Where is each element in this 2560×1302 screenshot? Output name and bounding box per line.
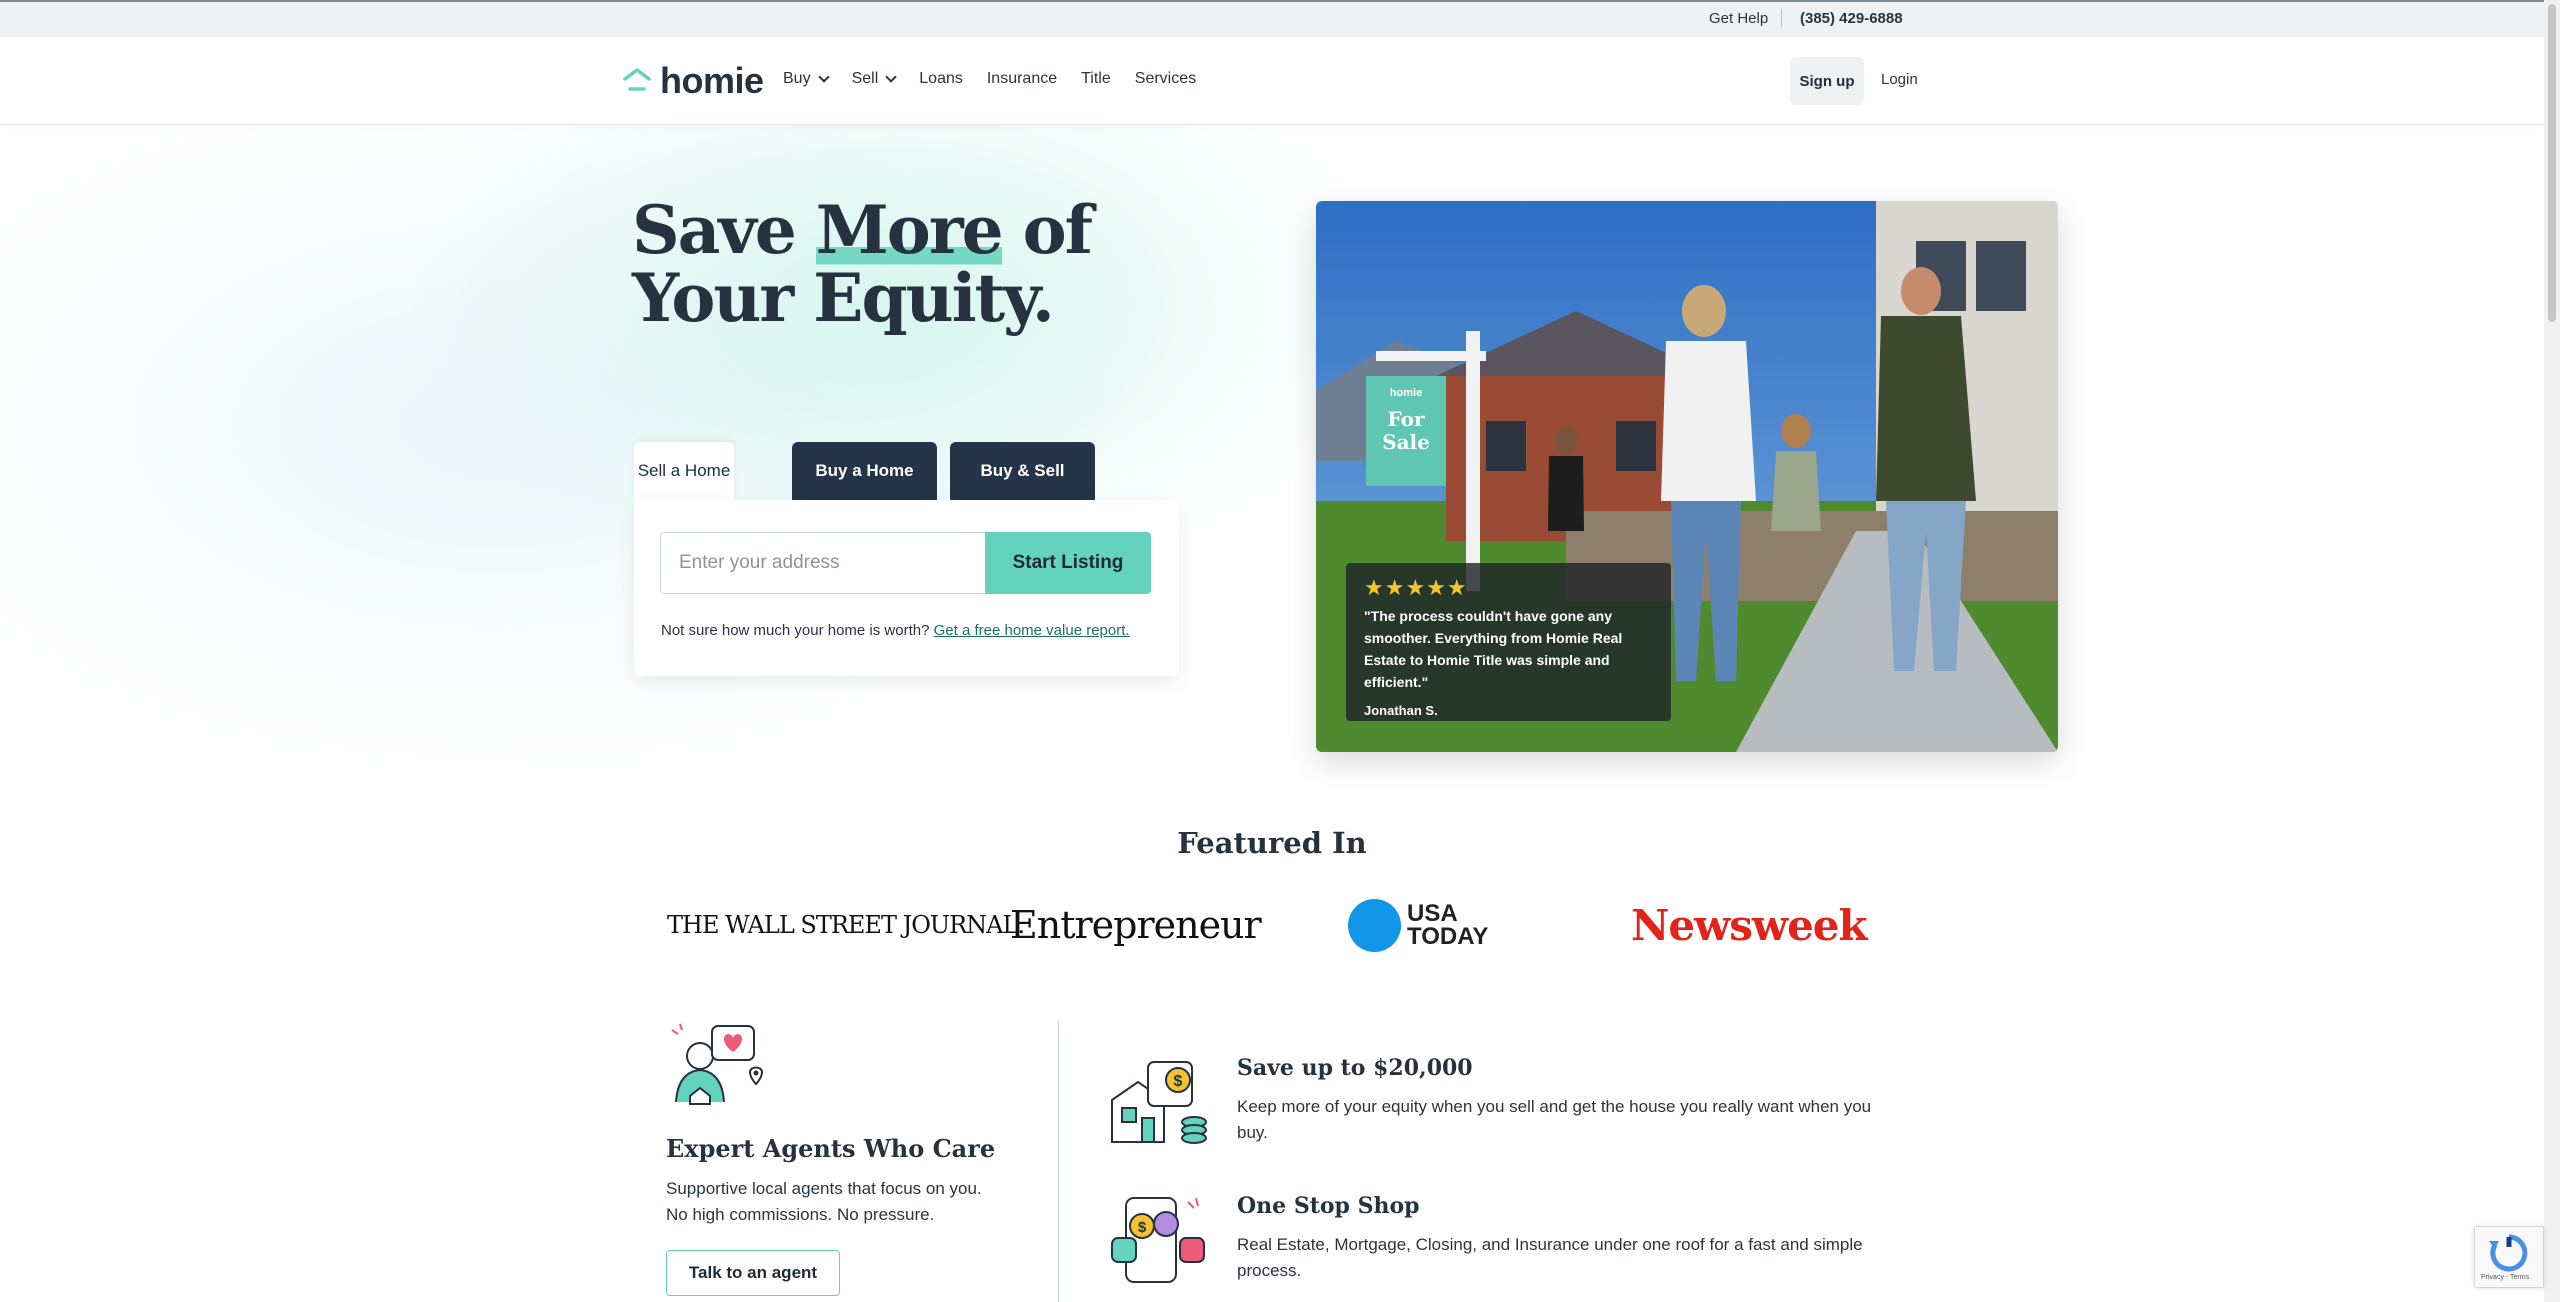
testimonial-quote: "The process couldn't have gone any smoo… — [1364, 608, 1623, 690]
headline-part: Your Equity. — [632, 259, 1055, 337]
main-nav: Buy Sell Loans Insurance Title Services — [783, 70, 1220, 88]
tab-sell-a-home[interactable]: Sell a Home — [634, 442, 734, 500]
phone-link[interactable]: (385) 429-6888 — [1800, 10, 1903, 27]
chevron-down-icon — [885, 70, 897, 83]
home-value-report-link[interactable]: Get a free home value report. — [934, 622, 1130, 639]
chevron-down-icon — [817, 70, 830, 83]
hero-headline: Save More of Your Equity. — [632, 191, 1152, 332]
roof-icon — [623, 68, 651, 91]
recaptcha-links[interactable]: Privacy - Terms — [2481, 1274, 2529, 1281]
hero-tabs: Sell a Home Buy a Home Buy & Sell — [634, 442, 1108, 500]
home-value-text: Not sure how much your home is worth? — [661, 622, 934, 639]
login-link[interactable]: Login — [1881, 71, 1918, 88]
star-rating: ★★★★★ — [1364, 575, 1468, 600]
agents-title: Expert Agents Who Care — [666, 1134, 996, 1163]
house-savings-icon: $ — [1111, 1061, 1207, 1144]
usa-today-dot — [1348, 898, 1401, 952]
nav-sell-label: Sell — [851, 70, 879, 87]
start-listing-button[interactable]: Start Listing — [985, 532, 1151, 594]
scrollbar-thumb[interactable] — [2548, 4, 2556, 322]
feature-title: One Stop Shop — [1237, 1193, 1420, 1219]
hero-photo: homie For Sale ★★★★★ "The process couldn… — [1316, 201, 2058, 752]
sign-line1: For — [1388, 407, 1425, 431]
testimonial-author: Jonathan S. — [1364, 703, 1438, 718]
wsj-logo: THE WALL STREET JOURNAL. — [667, 911, 1025, 939]
home-value-prompt: Not sure how much your home is worth? Ge… — [661, 622, 1130, 639]
address-input[interactable] — [660, 532, 987, 594]
site-header: homie Buy Sell Loans Insurance Title Ser… — [0, 37, 2544, 125]
section-divider — [1058, 1021, 1059, 1302]
nav-services[interactable]: Services — [1135, 70, 1196, 88]
headline-highlight: More — [815, 191, 1004, 269]
agents-description: Supportive local agents that focus on yo… — [666, 1179, 982, 1224]
homie-logo[interactable]: homie — [621, 60, 764, 101]
headline-part: Save — [632, 191, 816, 269]
usa-today-logo: USA TODAY — [1348, 890, 1488, 960]
nav-loans[interactable]: Loans — [919, 70, 963, 88]
logo-wordmark: homie — [660, 60, 764, 101]
talk-to-agent-button[interactable]: Talk to an agent — [666, 1250, 840, 1296]
nav-insurance[interactable]: Insurance — [987, 70, 1057, 88]
sign-line2: Sale — [1382, 430, 1430, 454]
utility-divider — [1781, 9, 1782, 27]
signup-button[interactable]: Sign up — [1790, 57, 1864, 105]
svg-text:$: $ — [1174, 1073, 1183, 1090]
sign-brand: homie — [1390, 387, 1422, 399]
usa-today-wordmark: USA TODAY — [1407, 900, 1489, 950]
headline-part: of — [1001, 191, 1093, 269]
one-stop-shop-icon: $ — [1111, 1197, 1205, 1283]
svg-text:$: $ — [1138, 1219, 1147, 1236]
nav-buy-label: Buy — [783, 70, 811, 87]
featured-in-title: Featured In — [1177, 826, 1367, 860]
tab-buy-a-home[interactable]: Buy a Home — [792, 442, 937, 500]
page-scrollbar[interactable] — [2544, 0, 2560, 1302]
get-help-link[interactable]: Get Help — [1709, 10, 1768, 27]
tab-buy-and-sell[interactable]: Buy & Sell — [950, 442, 1095, 500]
nav-sell[interactable]: Sell — [851, 70, 897, 88]
nav-buy[interactable]: Buy — [783, 70, 830, 88]
recaptcha-badge[interactable]: Privacy - Terms — [2474, 1226, 2544, 1288]
hero-background — [0, 125, 2544, 785]
feature-description: Keep more of your equity when you sell a… — [1237, 1097, 1872, 1142]
entrepreneur-logo: Entrepreneur — [1010, 903, 1262, 947]
testimonial-card: ★★★★★ "The process couldn't have gone an… — [1346, 563, 1671, 721]
recaptcha-icon — [2489, 1234, 2528, 1272]
usa-today-line1: USA — [1407, 900, 1458, 927]
newsweek-logo: Newsweek — [1631, 900, 1868, 950]
listing-form: Start Listing Not sure how much your hom… — [634, 500, 1179, 676]
feature-description: Real Estate, Mortgage, Closing, and Insu… — [1237, 1235, 1863, 1280]
usa-today-line2: TODAY — [1407, 923, 1489, 950]
agent-support-icon — [671, 1023, 764, 1105]
utility-bar: Get Help (385) 429-6888 — [0, 0, 2544, 37]
feature-title: Save up to $20,000 — [1237, 1055, 1473, 1081]
nav-title[interactable]: Title — [1081, 70, 1111, 88]
